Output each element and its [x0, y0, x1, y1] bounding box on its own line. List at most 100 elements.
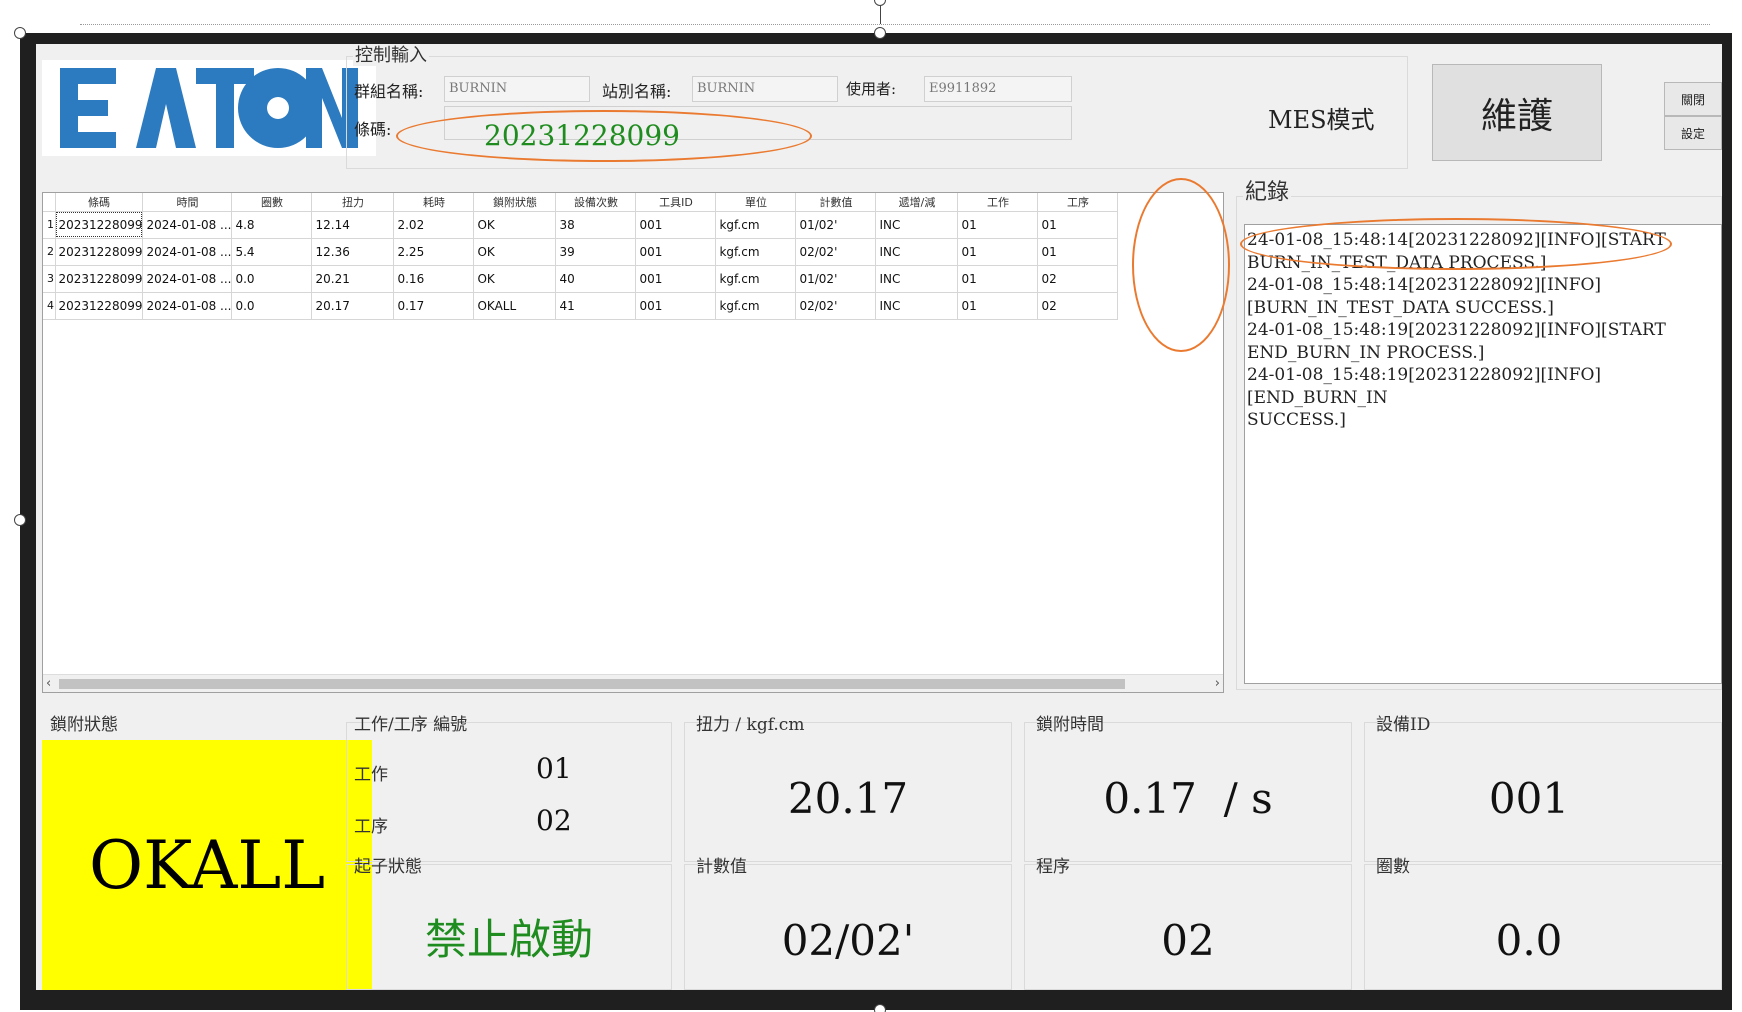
- table-cell[interactable]: 01: [1037, 238, 1119, 266]
- resize-handle-bottom-center[interactable]: [874, 1004, 886, 1012]
- table-cell[interactable]: 2024-01-08 ...: [142, 265, 233, 293]
- count-title: 計數值: [696, 857, 747, 877]
- log-line: 24-01-08_15:48:19[20231228092][INFO][END…: [1247, 365, 1602, 408]
- settings-button[interactable]: 設定: [1664, 116, 1722, 150]
- table-row[interactable]: 1 20231228099 2024-01-08 ... 4.8 12.14 2…: [43, 211, 1119, 239]
- device-id-value: 001: [1488, 774, 1570, 823]
- table-cell[interactable]: INC: [875, 211, 959, 239]
- resize-handle-top-left[interactable]: [14, 27, 26, 39]
- table-cell[interactable]: 39: [555, 238, 637, 266]
- driver-status-value: 禁止啟動: [424, 915, 593, 964]
- resize-handle-top[interactable]: [874, 0, 886, 6]
- table-cell[interactable]: 20231228099: [55, 292, 144, 320]
- turns-title: 圈數: [1376, 857, 1410, 877]
- table-cell[interactable]: 02/02': [795, 238, 877, 266]
- column-header[interactable]: 工作: [957, 193, 1039, 212]
- scroll-left-icon[interactable]: ‹: [46, 676, 51, 691]
- table-cell[interactable]: 0.16: [393, 265, 475, 293]
- table-cell[interactable]: 01/02': [795, 265, 877, 293]
- table-cell[interactable]: INC: [875, 292, 959, 320]
- data-grid[interactable]: 條碼 時間 圈數 扭力 耗時 鎖附狀態 設備次數 工具ID 單位 計數值 遞增/…: [42, 192, 1224, 693]
- column-header[interactable]: 條碼: [55, 193, 144, 212]
- step-value: 02: [536, 804, 572, 837]
- station-name-field[interactable]: BURNIN: [692, 76, 838, 102]
- table-cell[interactable]: 2024-01-08 ...: [142, 238, 233, 266]
- table-cell[interactable]: 001: [635, 238, 717, 266]
- table-row[interactable]: 2 20231228099 2024-01-08 ... 5.4 12.36 2…: [43, 238, 1119, 266]
- log-textbox[interactable]: 24-01-08_15:48:14[20231228092][INFO][STA…: [1244, 224, 1722, 684]
- table-cell[interactable]: 0.17: [393, 292, 475, 320]
- resize-handle-left[interactable]: [14, 514, 26, 526]
- table-cell[interactable]: 20231228099: [55, 211, 144, 239]
- group-name-field[interactable]: BURNIN: [444, 76, 590, 102]
- scroll-right-icon[interactable]: ›: [1215, 676, 1220, 691]
- table-cell[interactable]: 20.17: [311, 292, 395, 320]
- table-cell[interactable]: 02/02': [795, 292, 877, 320]
- scrollbar-thumb[interactable]: [59, 679, 1125, 689]
- table-cell[interactable]: 4.8: [231, 211, 313, 239]
- table-cell[interactable]: kgf.cm: [715, 292, 797, 320]
- horizontal-scrollbar[interactable]: ‹ ›: [43, 674, 1223, 692]
- table-cell[interactable]: 01: [957, 238, 1039, 266]
- user-field[interactable]: E9911892: [924, 76, 1072, 102]
- table-cell[interactable]: 01: [957, 211, 1039, 239]
- table-cell[interactable]: OK: [473, 238, 557, 266]
- table-cell[interactable]: 01: [1037, 211, 1119, 239]
- table-cell[interactable]: INC: [875, 265, 959, 293]
- log-annotation-oval: [1240, 218, 1672, 270]
- table-cell[interactable]: 2.02: [393, 211, 475, 239]
- table-cell[interactable]: 0.0: [231, 265, 313, 293]
- table-cell[interactable]: 01: [957, 265, 1039, 293]
- table-cell[interactable]: 02: [1037, 265, 1119, 293]
- column-header[interactable]: 時間: [142, 193, 233, 212]
- column-header[interactable]: 遞增/減: [875, 193, 959, 212]
- table-cell[interactable]: 5.4: [231, 238, 313, 266]
- row-number: 1: [43, 211, 56, 239]
- table-cell[interactable]: 01: [957, 292, 1039, 320]
- table-cell[interactable]: 41: [555, 292, 637, 320]
- table-cell[interactable]: 20231228099: [55, 238, 144, 266]
- table-cell[interactable]: 001: [635, 211, 717, 239]
- table-cell[interactable]: 20.21: [311, 265, 395, 293]
- column-header[interactable]: 單位: [715, 193, 797, 212]
- table-cell[interactable]: 20231228099: [55, 265, 144, 293]
- group-name-label: 群組名稱:: [354, 82, 424, 101]
- table-cell[interactable]: 12.14: [311, 211, 395, 239]
- table-cell[interactable]: 001: [635, 265, 717, 293]
- table-cell[interactable]: 01/02': [795, 211, 877, 239]
- column-header[interactable]: 設備次數: [555, 193, 637, 212]
- job-step-title: 工作/工序 編號: [354, 715, 468, 735]
- table-cell[interactable]: kgf.cm: [715, 265, 797, 293]
- table-cell[interactable]: 38: [555, 211, 637, 239]
- turns-value: 0.0: [1495, 916, 1563, 965]
- table-cell[interactable]: 02: [1037, 292, 1119, 320]
- row-number-header: [43, 193, 56, 212]
- lock-time-value: 0.17 / s: [1103, 774, 1273, 823]
- table-row[interactable]: 3 20231228099 2024-01-08 ... 0.0 20.21 0…: [43, 265, 1119, 293]
- table-cell[interactable]: 2.25: [393, 238, 475, 266]
- table-cell[interactable]: OK: [473, 211, 557, 239]
- close-button[interactable]: 關閉: [1664, 82, 1722, 116]
- table-row[interactable]: 4 20231228099 2024-01-08 ... 0.0 20.17 0…: [43, 292, 1119, 320]
- table-cell[interactable]: 2024-01-08 ...: [142, 292, 233, 320]
- table-cell[interactable]: INC: [875, 238, 959, 266]
- table-cell[interactable]: 2024-01-08 ...: [142, 211, 233, 239]
- column-header[interactable]: 鎖附狀態: [473, 193, 557, 212]
- column-header[interactable]: 工具ID: [635, 193, 717, 212]
- table-cell[interactable]: 12.36: [311, 238, 395, 266]
- table-cell[interactable]: kgf.cm: [715, 211, 797, 239]
- maintenance-button[interactable]: 維護: [1432, 64, 1602, 161]
- column-header[interactable]: 計數值: [795, 193, 877, 212]
- table-header-row: 條碼 時間 圈數 扭力 耗時 鎖附狀態 設備次數 工具ID 單位 計數值 遞增/…: [43, 193, 1119, 212]
- table-cell[interactable]: 40: [555, 265, 637, 293]
- column-header[interactable]: 扭力: [311, 193, 395, 212]
- table-cell[interactable]: 0.0: [231, 292, 313, 320]
- column-header[interactable]: 工序: [1037, 193, 1119, 212]
- column-header[interactable]: 圈數: [231, 193, 313, 212]
- table-cell[interactable]: OKALL: [473, 292, 557, 320]
- table-cell[interactable]: 001: [635, 292, 717, 320]
- column-header[interactable]: 耗時: [393, 193, 475, 212]
- table-cell[interactable]: OK: [473, 265, 557, 293]
- resize-handle-top-center[interactable]: [874, 27, 886, 39]
- table-cell[interactable]: kgf.cm: [715, 238, 797, 266]
